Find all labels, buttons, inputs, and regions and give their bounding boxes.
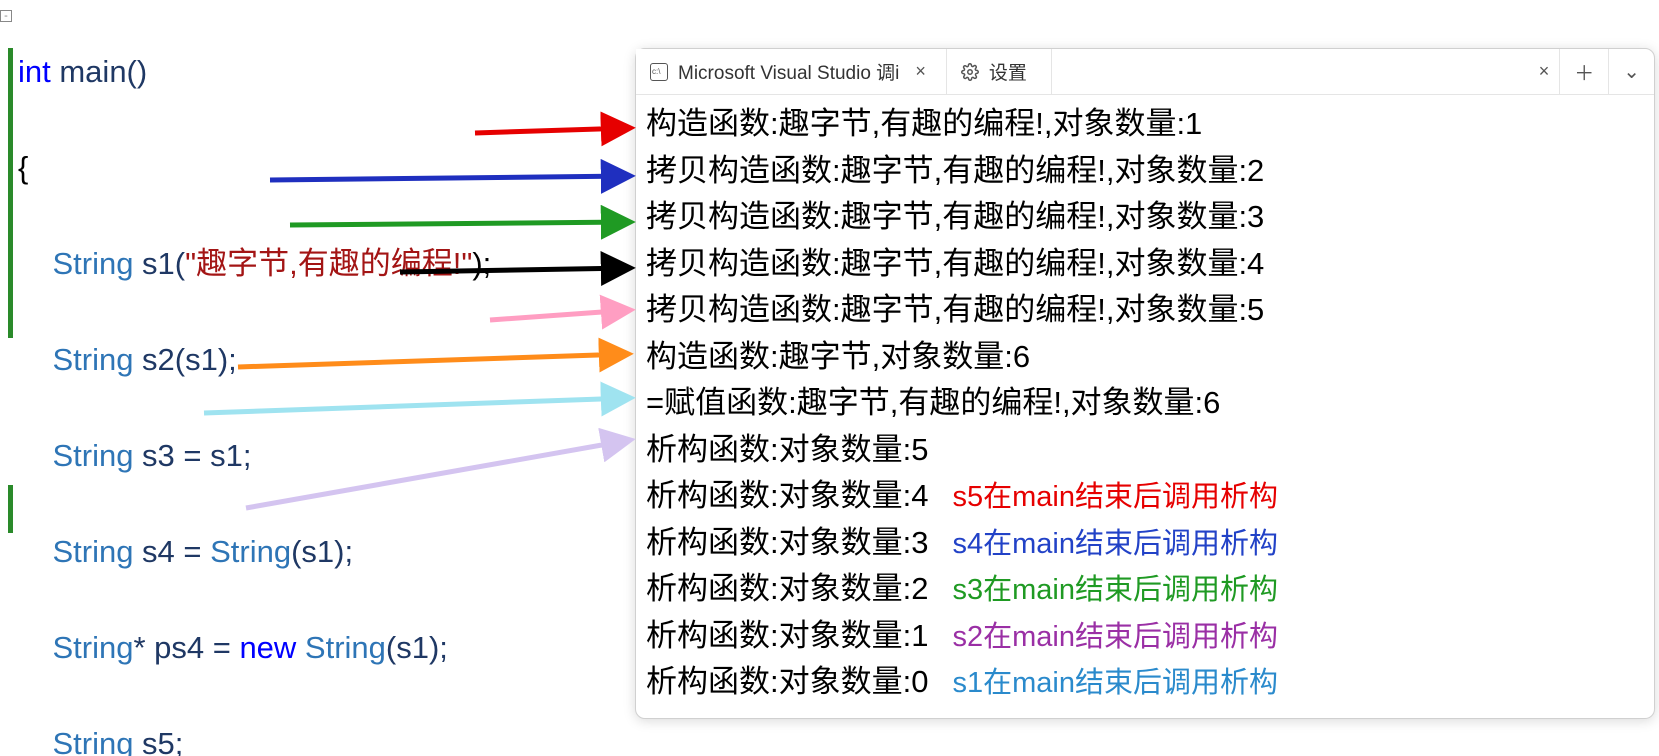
code-line: String s3 = s1; — [18, 432, 640, 480]
debug-console-window: Microsoft Visual Studio 调i × 设置 × ＋ ⌄ 构造… — [635, 48, 1655, 719]
console-line: 析构函数:对象数量:3s4在main结束后调用析构 — [646, 520, 1644, 567]
console-line: 构造函数:趣字节,对象数量:6 — [646, 334, 1644, 381]
console-output: 构造函数:趣字节,有趣的编程!,对象数量:1 拷贝构造函数:趣字节,有趣的编程!… — [636, 95, 1654, 718]
tab-debug-console[interactable]: Microsoft Visual Studio 调i × — [636, 49, 947, 94]
console-line: 拷贝构造函数:趣字节,有趣的编程!,对象数量:4 — [646, 241, 1644, 288]
annotation: s5在main结束后调用析构 — [952, 481, 1278, 513]
terminal-icon — [650, 63, 668, 81]
tab-label: Microsoft Visual Studio 调i — [678, 58, 899, 85]
console-line: 拷贝构造函数:趣字节,有趣的编程!,对象数量:3 — [646, 194, 1644, 241]
tab-dropdown-button[interactable]: ⌄ — [1608, 49, 1654, 94]
close-icon[interactable]: × — [909, 61, 932, 82]
console-line: 析构函数:对象数量:1s2在main结束后调用析构 — [646, 613, 1644, 660]
console-line: =赋值函数:趣字节,有趣的编程!,对象数量:6 — [646, 380, 1644, 427]
annotation: s2在main结束后调用析构 — [952, 621, 1278, 653]
tab-label: 设置 — [989, 58, 1027, 85]
annotation: s4在main结束后调用析构 — [952, 528, 1278, 560]
code-line: String* ps4 = new String(s1); — [18, 624, 640, 672]
console-line: 析构函数:对象数量:4s5在main结束后调用析构 — [646, 473, 1644, 520]
code-line: int main() — [18, 48, 640, 96]
console-line: 析构函数:对象数量:2s3在main结束后调用析构 — [646, 566, 1644, 613]
close-icon[interactable]: × — [1533, 61, 1556, 82]
window-tabbar: Microsoft Visual Studio 调i × 设置 × ＋ ⌄ — [636, 49, 1654, 95]
code-line: String s1("趣字节,有趣的编程!"); — [18, 240, 640, 288]
code-line: String s5; — [18, 720, 640, 756]
console-line: 拷贝构造函数:趣字节,有趣的编程!,对象数量:2 — [646, 148, 1644, 195]
code-line: String s2(s1); — [18, 336, 640, 384]
source-code-pane: int main() { String s1("趣字节,有趣的编程!"); St… — [0, 0, 640, 756]
console-line: 析构函数:对象数量:5 — [646, 427, 1644, 474]
console-line: 构造函数:趣字节,有趣的编程!,对象数量:1 — [646, 101, 1644, 148]
code-line: { — [18, 144, 640, 192]
tab-settings[interactable]: 设置 — [947, 49, 1052, 94]
console-line: 析构函数:对象数量:0s1在main结束后调用析构 — [646, 659, 1644, 706]
annotation: s3在main结束后调用析构 — [952, 574, 1278, 606]
annotation: s1在main结束后调用析构 — [952, 667, 1278, 699]
gear-icon — [961, 63, 979, 81]
new-tab-button[interactable]: ＋ — [1559, 49, 1608, 94]
code-line: String s4 = String(s1); — [18, 528, 640, 576]
console-line: 拷贝构造函数:趣字节,有趣的编程!,对象数量:5 — [646, 287, 1644, 334]
